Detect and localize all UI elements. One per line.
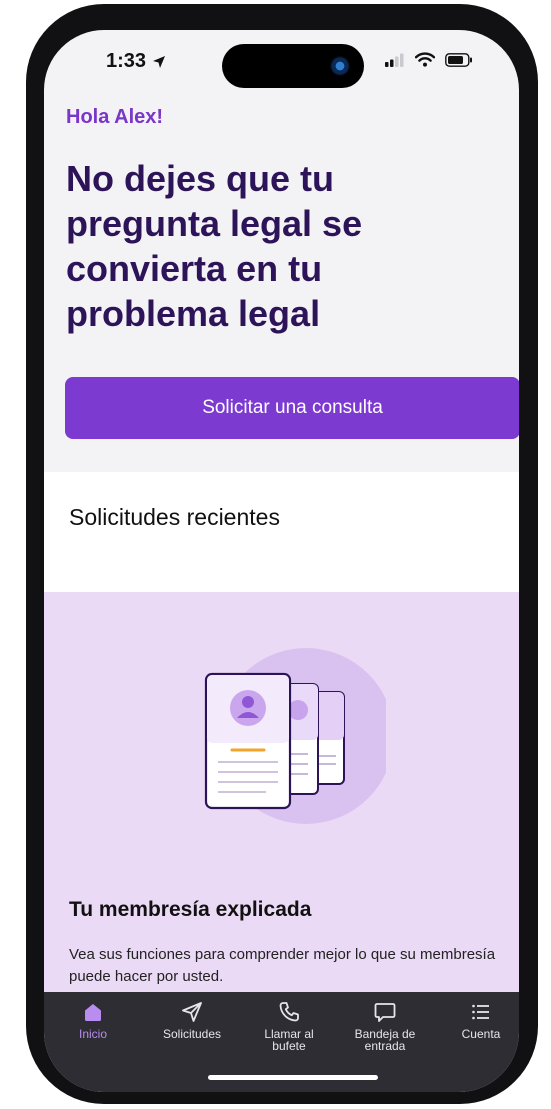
recent-requests-title: Solicitudes recientes bbox=[69, 504, 280, 530]
app-screen: 1:33 Hola Alex! No dejes que tu pregunta… bbox=[44, 30, 519, 1092]
tab-label: Llamar al bufete bbox=[264, 1027, 314, 1053]
tab-bandeja-entrada[interactable]: Bandeja de entrada bbox=[340, 1000, 430, 1060]
tab-label: Inicio bbox=[78, 1027, 107, 1041]
battery-icon bbox=[445, 52, 472, 67]
location-arrow-icon bbox=[153, 55, 166, 68]
request-consultation-button[interactable]: Solicitar una consulta bbox=[65, 377, 519, 439]
tab-label: Cuenta bbox=[461, 1027, 501, 1041]
membership-card[interactable]: Tu membresía explicada Vea sus funciones… bbox=[44, 592, 519, 992]
tab-inicio[interactable]: Inicio bbox=[48, 1000, 138, 1060]
documents-illustration bbox=[204, 648, 386, 824]
phone-icon bbox=[278, 1000, 300, 1024]
status-time-text: 1:33 bbox=[106, 50, 147, 72]
status-icons bbox=[385, 52, 473, 67]
home-indicator[interactable] bbox=[208, 1075, 378, 1080]
recent-requests-section: Solicitudes recientes bbox=[44, 472, 519, 592]
cellular-signal-icon bbox=[385, 53, 404, 67]
tab-llamar-bufete[interactable]: Llamar al bufete bbox=[244, 1000, 334, 1060]
wifi-icon bbox=[415, 52, 435, 67]
tab-cuenta[interactable]: Cuenta bbox=[436, 1000, 519, 1060]
tab-solicitudes[interactable]: Solicitudes bbox=[147, 1000, 237, 1060]
home-icon bbox=[83, 1000, 103, 1024]
status-time: 1:33 bbox=[106, 50, 166, 73]
bottom-tab-bar: Inicio Solicitudes Llamar al bufete Band… bbox=[44, 992, 519, 1092]
greeting: Hola Alex! bbox=[66, 106, 164, 128]
camera-icon bbox=[330, 56, 350, 76]
tab-label: Solicitudes bbox=[162, 1027, 222, 1041]
tab-label: Bandeja de entrada bbox=[354, 1027, 416, 1053]
membership-title: Tu membresía explicada bbox=[69, 898, 312, 921]
dynamic-island bbox=[222, 44, 364, 88]
membership-description: Vea sus funciones para comprender mejor … bbox=[69, 946, 496, 985]
page-headline: No dejes que tu pregunta legal se convie… bbox=[66, 158, 363, 334]
message-icon bbox=[374, 1000, 396, 1024]
status-bar: 1:33 bbox=[44, 30, 519, 100]
send-icon bbox=[181, 1000, 203, 1024]
menu-list-icon bbox=[471, 1000, 491, 1024]
